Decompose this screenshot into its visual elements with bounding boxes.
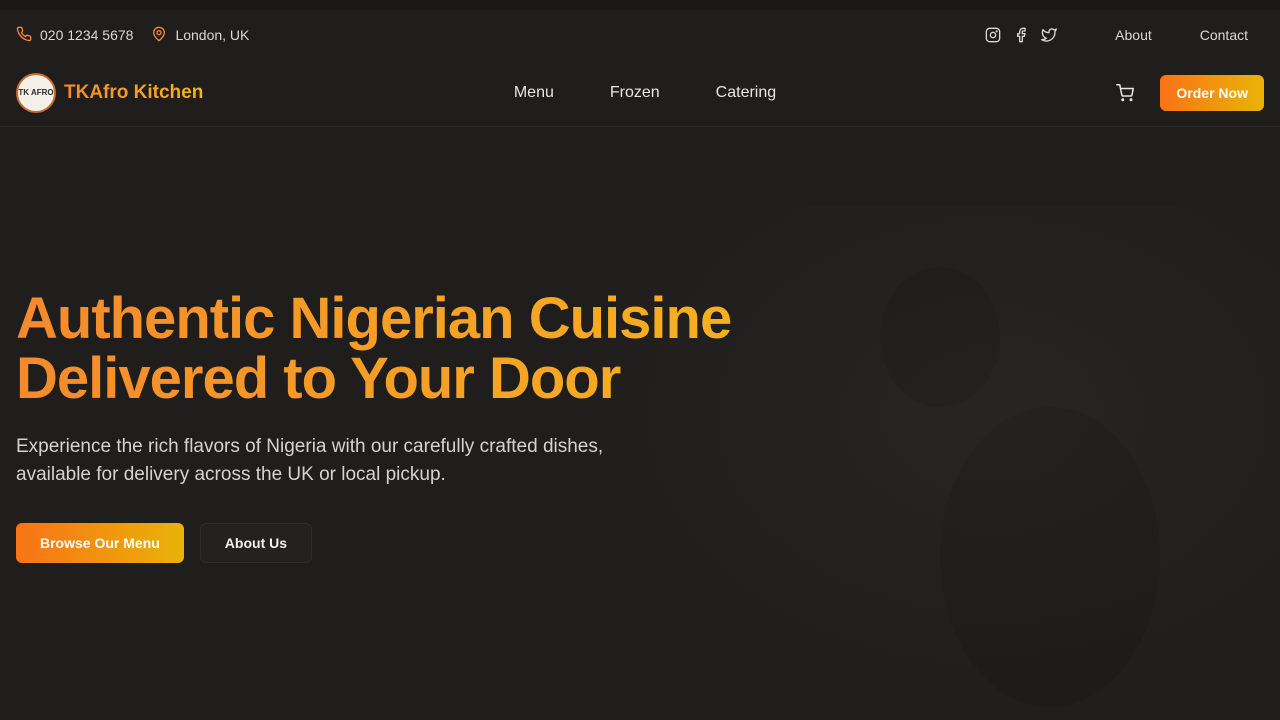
hero-title: Authentic Nigerian Cuisine Delivered to … xyxy=(16,289,796,409)
nav-item-frozen[interactable]: Frozen xyxy=(610,84,660,102)
brand-logo: TK AFRO xyxy=(16,73,56,113)
map-pin-icon xyxy=(151,26,167,45)
phone-contact[interactable]: 020 1234 5678 xyxy=(16,26,133,45)
top-strip xyxy=(0,0,1280,10)
browse-menu-button[interactable]: Browse Our Menu xyxy=(16,523,184,563)
social-links xyxy=(985,27,1058,43)
nav-actions: Order Now xyxy=(964,75,1264,111)
nav-item-menu[interactable]: Menu xyxy=(514,84,554,102)
hero-title-line1: Authentic Nigerian Cuisine xyxy=(16,286,732,351)
hero-section: Authentic Nigerian Cuisine Delivered to … xyxy=(0,127,1280,720)
phone-icon xyxy=(16,26,32,45)
about-link[interactable]: About xyxy=(1099,27,1168,43)
hero-subtitle: Experience the rich flavors of Nigeria w… xyxy=(16,436,604,485)
top-bar: 020 1234 5678 London, UK About Contact xyxy=(0,10,1280,60)
top-bar-right: About Contact xyxy=(985,27,1264,43)
brand[interactable]: TK AFRO TKAfro Kitchen xyxy=(16,73,316,113)
facebook-icon[interactable] xyxy=(1013,27,1029,43)
location-text: London, UK xyxy=(175,27,250,43)
nav-item-catering[interactable]: Catering xyxy=(716,84,776,102)
twitter-icon[interactable] xyxy=(1041,27,1058,43)
order-now-button[interactable]: Order Now xyxy=(1160,75,1264,111)
hero-title-line2: Delivered to Your Door xyxy=(16,346,621,411)
hero-content: Authentic Nigerian Cuisine Delivered to … xyxy=(16,289,796,563)
contact-info: 020 1234 5678 London, UK xyxy=(16,26,249,45)
location-info: London, UK xyxy=(151,26,249,45)
contact-link[interactable]: Contact xyxy=(1184,27,1264,43)
instagram-icon[interactable] xyxy=(985,27,1001,43)
cart-icon[interactable] xyxy=(1116,84,1135,102)
brand-name: TKAfro Kitchen xyxy=(64,82,204,103)
main-navbar: TK AFRO TKAfro Kitchen Menu Frozen Cater… xyxy=(0,60,1280,127)
nav-links: Menu Frozen Catering xyxy=(514,84,776,102)
phone-number: 020 1234 5678 xyxy=(40,27,134,43)
logo-text: TK AFRO xyxy=(18,88,54,97)
about-us-button[interactable]: About Us xyxy=(199,523,313,563)
hero-actions: Browse Our Menu About Us xyxy=(16,523,796,563)
